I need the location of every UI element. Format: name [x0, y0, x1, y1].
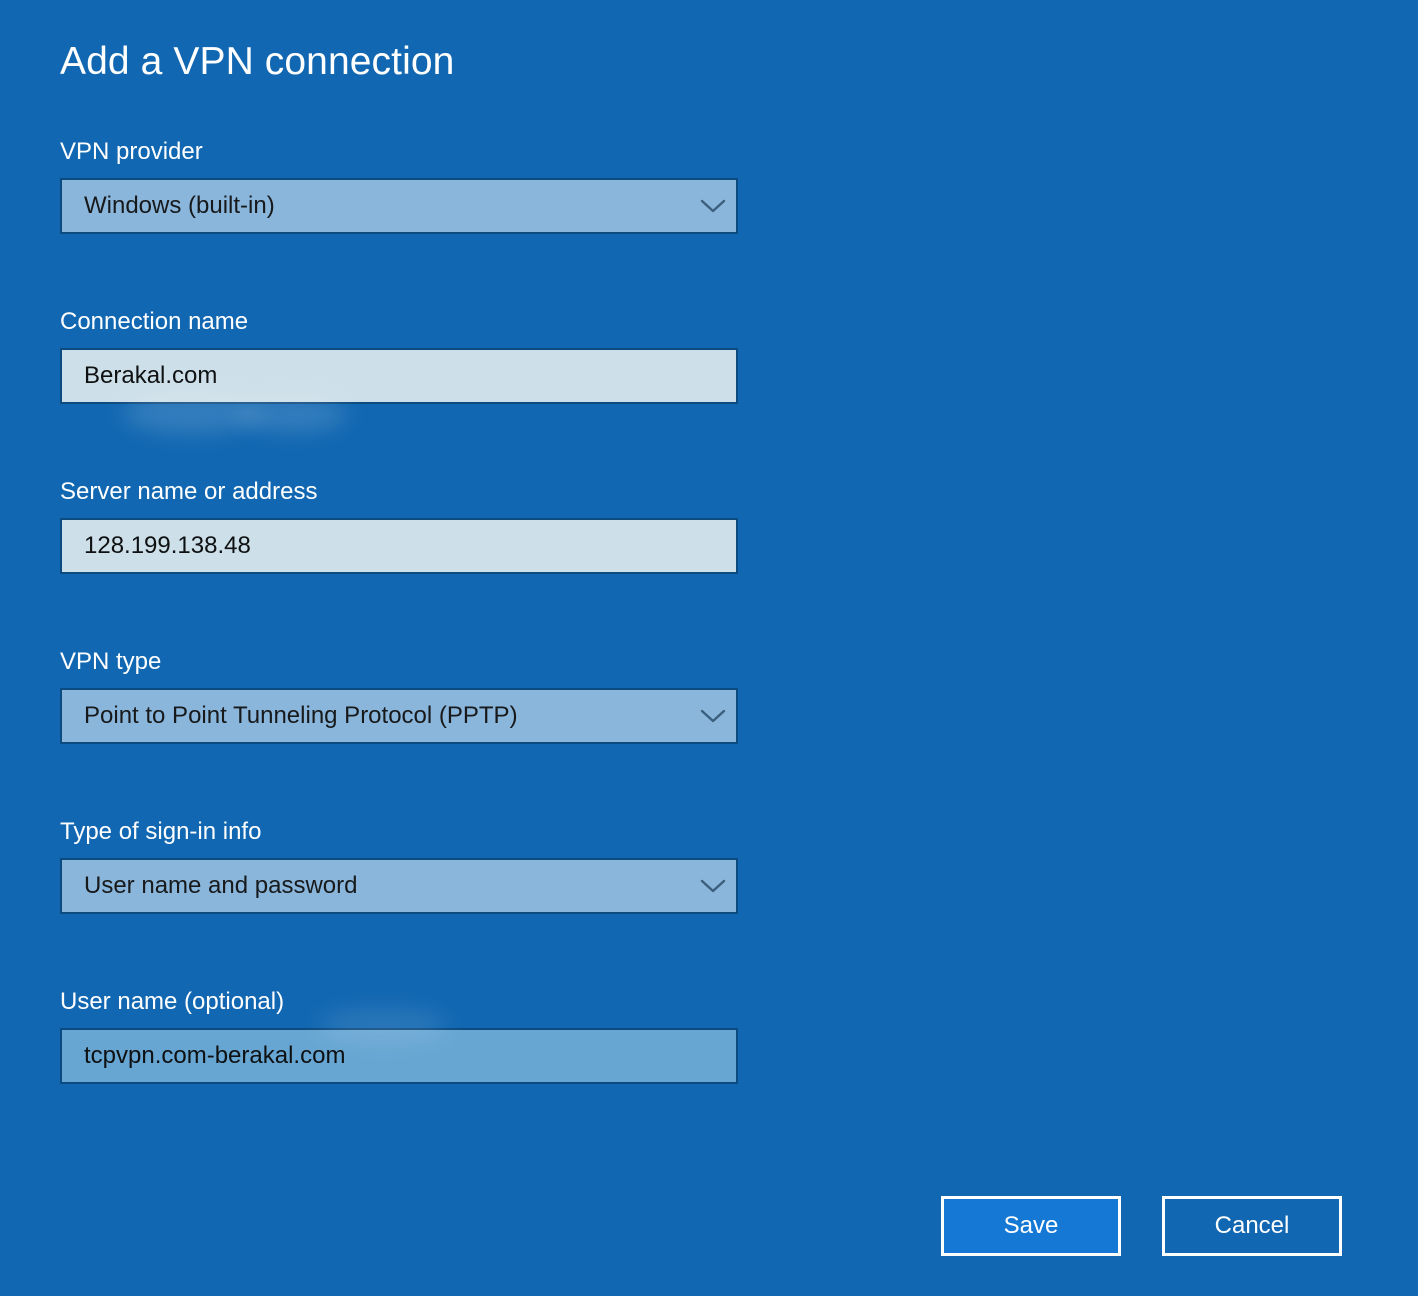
field-connection-name: Connection name Berakal.com — [60, 308, 738, 404]
label-connection-name: Connection name — [60, 308, 249, 335]
label-server-address: Server name or address — [60, 478, 318, 505]
sign-in-type-value: User name and password — [84, 873, 358, 898]
field-server-address: Server name or address 128.199.138.48 — [60, 478, 738, 574]
label-sign-in-type: Type of sign-in info — [60, 818, 262, 845]
field-vpn-type: VPN type Point to Point Tunneling Protoc… — [60, 648, 738, 744]
server-address-input[interactable]: 128.199.138.48 — [60, 517, 738, 574]
vpn-provider-value: Windows (built-in) — [84, 193, 275, 218]
vpn-type-value: Point to Point Tunneling Protocol (PPTP) — [84, 703, 518, 728]
sign-in-type-combobox[interactable]: User name and password — [60, 857, 738, 914]
page-title: Add a VPN connection — [60, 40, 455, 83]
chevron-down-icon — [690, 860, 736, 912]
chevron-down-icon — [690, 180, 736, 232]
field-user-name: User name (optional) tcpvpn.com-berakal.… — [60, 988, 738, 1084]
server-address-value: 128.199.138.48 — [84, 533, 251, 558]
save-button[interactable]: Save — [941, 1196, 1121, 1256]
connection-name-value: Berakal.com — [84, 363, 218, 388]
user-name-input[interactable]: tcpvpn.com-berakal.com — [60, 1027, 738, 1084]
vpn-provider-combobox[interactable]: Windows (built-in) — [60, 177, 738, 234]
label-user-name: User name (optional) — [60, 988, 285, 1015]
cancel-button[interactable]: Cancel — [1162, 1196, 1342, 1256]
label-vpn-type: VPN type — [60, 648, 162, 675]
field-sign-in-type: Type of sign-in info User name and passw… — [60, 818, 738, 914]
dialog-button-bar: Save Cancel — [941, 1196, 1342, 1256]
connection-name-input[interactable]: Berakal.com — [60, 347, 738, 404]
user-name-value: tcpvpn.com-berakal.com — [84, 1043, 346, 1068]
label-vpn-provider: VPN provider — [60, 138, 203, 165]
field-vpn-provider: VPN provider Windows (built-in) — [60, 138, 738, 234]
vpn-type-combobox[interactable]: Point to Point Tunneling Protocol (PPTP) — [60, 687, 738, 744]
chevron-down-icon — [690, 690, 736, 742]
